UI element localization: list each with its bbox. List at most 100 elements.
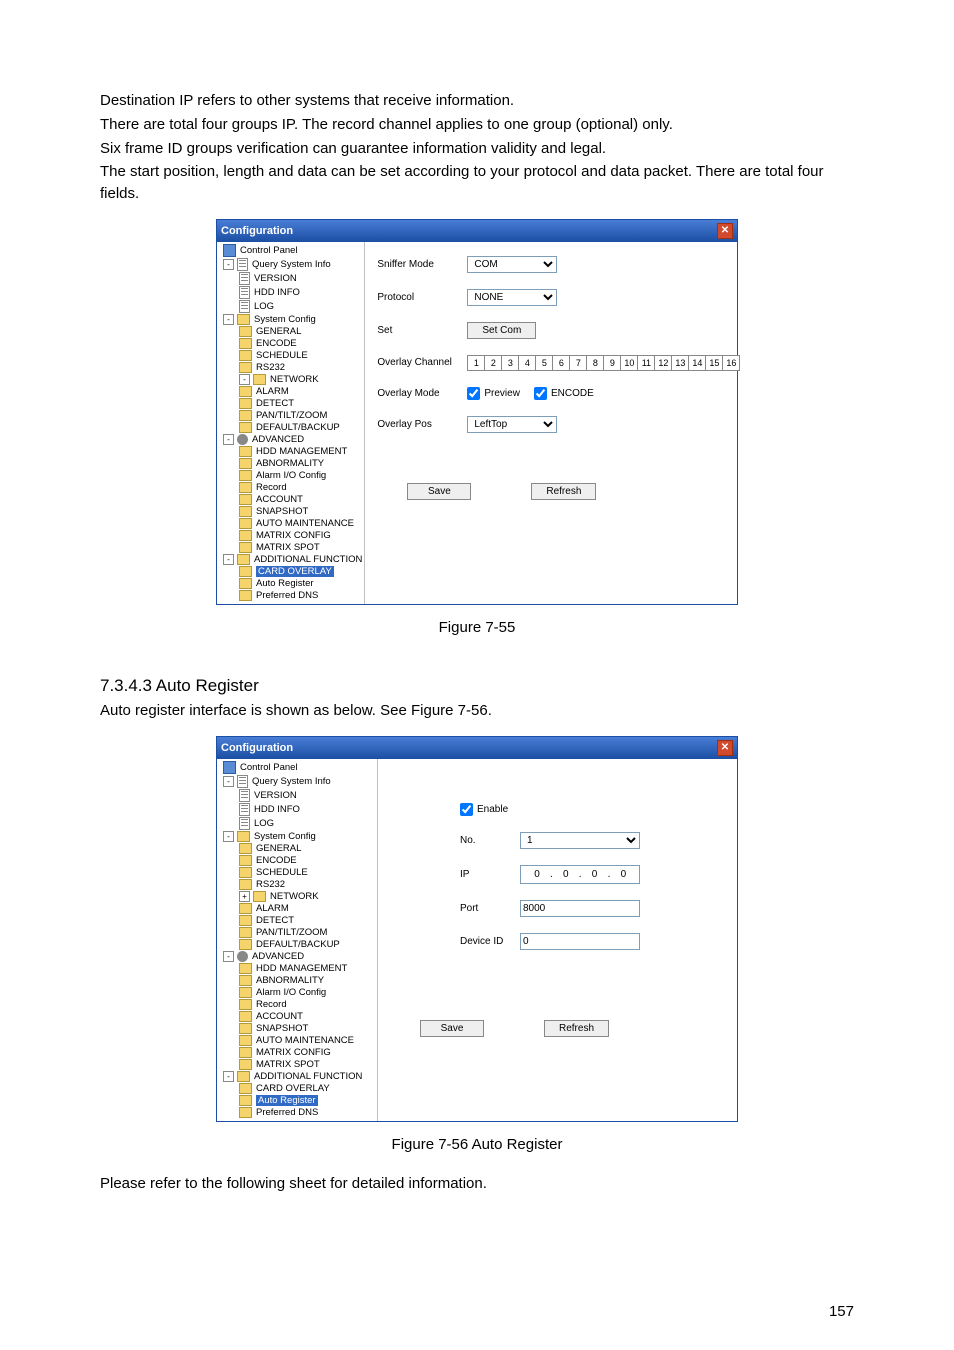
channel-cell[interactable]: 16 [722, 355, 740, 371]
channel-cell[interactable]: 4 [518, 355, 536, 371]
close-icon[interactable]: ✕ [717, 223, 733, 239]
collapse-icon[interactable]: - [223, 831, 234, 842]
tree-item[interactable]: DEFAULT/BACKUP [217, 422, 364, 434]
tree-item[interactable]: SNAPSHOT [217, 1023, 377, 1035]
tree-item[interactable]: DEFAULT/BACKUP [217, 939, 377, 951]
tree-item[interactable]: LOG [217, 300, 364, 314]
tree-item[interactable]: RS232 [217, 879, 377, 891]
tree-item[interactable]: MATRIX CONFIG [217, 530, 364, 542]
tree-item[interactable]: -Query System Info [217, 775, 377, 789]
tree-item[interactable]: SNAPSHOT [217, 506, 364, 518]
expand-icon[interactable]: + [239, 891, 250, 902]
channel-cell[interactable]: 7 [569, 355, 587, 371]
collapse-icon[interactable]: - [223, 259, 234, 270]
tree-item[interactable]: PAN/TILT/ZOOM [217, 410, 364, 422]
tree-item[interactable]: ENCODE [217, 338, 364, 350]
collapse-icon[interactable]: - [223, 776, 234, 787]
tree-item[interactable]: Control Panel [217, 761, 377, 775]
tree-item[interactable]: -System Config [217, 314, 364, 326]
collapse-icon[interactable]: - [223, 434, 234, 445]
channel-cell[interactable]: 1 [467, 355, 485, 371]
tree-item[interactable]: LOG [217, 817, 377, 831]
tree-item[interactable]: -System Config [217, 831, 377, 843]
channel-cell[interactable]: 2 [484, 355, 502, 371]
tree-item[interactable]: RS232 [217, 362, 364, 374]
tree-item[interactable]: ABNORMALITY [217, 458, 364, 470]
channel-cell[interactable]: 12 [654, 355, 672, 371]
tree-item[interactable]: Record [217, 482, 364, 494]
collapse-icon[interactable]: - [223, 554, 234, 565]
tree-item[interactable]: -ADDITIONAL FUNCTION [217, 1071, 377, 1083]
tree-item[interactable]: ALARM [217, 903, 377, 915]
encode-checkbox[interactable]: ENCODE [534, 387, 594, 400]
preview-checkbox[interactable]: Preview [467, 387, 520, 400]
tree-item[interactable]: Preferred DNS [217, 590, 364, 602]
enable-checkbox[interactable]: Enable [460, 803, 508, 816]
save-button[interactable]: Save [407, 483, 471, 500]
tree-item[interactable]: HDD MANAGEMENT [217, 963, 377, 975]
no-select[interactable]: 1 [520, 832, 640, 849]
tree-item[interactable]: Control Panel [217, 244, 364, 258]
channel-cell[interactable]: 11 [637, 355, 655, 371]
tree-item[interactable]: -NETWORK [217, 374, 364, 386]
tree-item[interactable]: ALARM [217, 386, 364, 398]
tree-item[interactable]: -ADVANCED [217, 434, 364, 446]
close-icon[interactable]: ✕ [717, 740, 733, 756]
tree-item[interactable]: CARD OVERLAY [217, 1083, 377, 1095]
sniffer-mode-select[interactable]: COM [467, 256, 557, 273]
tree-item[interactable]: CARD OVERLAY [217, 566, 364, 578]
port-input[interactable] [520, 900, 640, 917]
tree-item[interactable]: Preferred DNS [217, 1107, 377, 1119]
tree-item[interactable]: DETECT [217, 915, 377, 927]
tree-item[interactable]: Alarm I/O Config [217, 987, 377, 999]
collapse-icon[interactable]: - [223, 314, 234, 325]
tree-item[interactable]: MATRIX CONFIG [217, 1047, 377, 1059]
tree-item[interactable]: GENERAL [217, 326, 364, 338]
set-com-button[interactable]: Set Com [467, 322, 536, 339]
refresh-button[interactable]: Refresh [531, 483, 596, 500]
tree-item[interactable]: GENERAL [217, 843, 377, 855]
tree-item[interactable]: DETECT [217, 398, 364, 410]
protocol-select[interactable]: NONE [467, 289, 557, 306]
tree-item[interactable]: MATRIX SPOT [217, 542, 364, 554]
tree-item[interactable]: HDD INFO [217, 803, 377, 817]
tree-item[interactable]: Record [217, 999, 377, 1011]
tree-item[interactable]: -ADDITIONAL FUNCTION [217, 554, 364, 566]
tree-item[interactable]: ACCOUNT [217, 1011, 377, 1023]
ip-input[interactable]: 0. 0. 0. 0 [520, 865, 640, 884]
tree-item[interactable]: HDD INFO [217, 286, 364, 300]
tree-item[interactable]: MATRIX SPOT [217, 1059, 377, 1071]
tree-item[interactable]: VERSION [217, 272, 364, 286]
channel-cell[interactable]: 13 [671, 355, 689, 371]
tree-item[interactable]: SCHEDULE [217, 867, 377, 879]
overlay-channel-grid[interactable]: 12345678910111213141516 [467, 355, 740, 371]
tree-item[interactable]: ACCOUNT [217, 494, 364, 506]
device-id-input[interactable] [520, 933, 640, 950]
collapse-icon[interactable]: - [239, 374, 250, 385]
tree-item[interactable]: HDD MANAGEMENT [217, 446, 364, 458]
save-button[interactable]: Save [420, 1020, 484, 1037]
channel-cell[interactable]: 5 [535, 355, 553, 371]
tree-item[interactable]: Alarm I/O Config [217, 470, 364, 482]
channel-cell[interactable]: 14 [688, 355, 706, 371]
channel-cell[interactable]: 3 [501, 355, 519, 371]
channel-cell[interactable]: 9 [603, 355, 621, 371]
tree-item[interactable]: AUTO MAINTENANCE [217, 518, 364, 530]
channel-cell[interactable]: 6 [552, 355, 570, 371]
tree-item[interactable]: -Query System Info [217, 258, 364, 272]
tree-item[interactable]: VERSION [217, 789, 377, 803]
tree-item[interactable]: Auto Register [217, 1095, 377, 1107]
tree-item[interactable]: Auto Register [217, 578, 364, 590]
tree-item[interactable]: ENCODE [217, 855, 377, 867]
channel-cell[interactable]: 15 [705, 355, 723, 371]
refresh-button[interactable]: Refresh [544, 1020, 609, 1037]
collapse-icon[interactable]: - [223, 1071, 234, 1082]
tree-item[interactable]: AUTO MAINTENANCE [217, 1035, 377, 1047]
tree-item[interactable]: -ADVANCED [217, 951, 377, 963]
tree-item[interactable]: SCHEDULE [217, 350, 364, 362]
tree-item[interactable]: +NETWORK [217, 891, 377, 903]
tree-item[interactable]: PAN/TILT/ZOOM [217, 927, 377, 939]
channel-cell[interactable]: 8 [586, 355, 604, 371]
tree-item[interactable]: ABNORMALITY [217, 975, 377, 987]
collapse-icon[interactable]: - [223, 951, 234, 962]
